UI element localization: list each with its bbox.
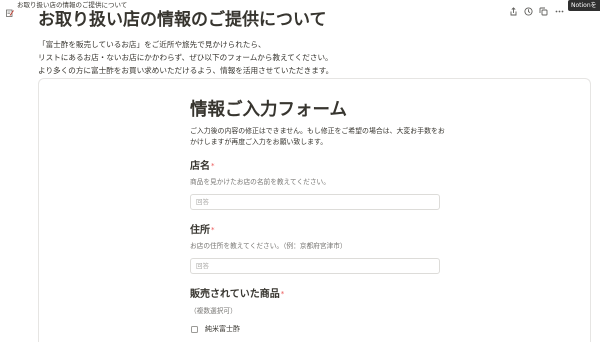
intro-line-1: 「富士酢を販売しているお店」をご近所や旅先で見かけられたら、	[38, 40, 266, 49]
form-title: 情報ご入力フォーム	[190, 100, 347, 120]
notion-button[interactable]: Notionを	[568, 0, 600, 11]
form-description-line-1: ご入力後の内容の修正はできません。もし修正をご希望の場合は、大変お手数をお	[190, 127, 445, 135]
form-description-line-2: かけしますが再度ご入力をお願い致します。	[190, 138, 328, 146]
field-help-address: お店の住所を教えてください。（例：京都府宮津市）	[190, 242, 347, 250]
history-icon[interactable]	[524, 1, 533, 16]
option-label-1[interactable]: 純米富士酢	[205, 325, 240, 334]
intro-line-3: より多くの方に富士酢をお買い求めいただけるよう、情報を活用させていただきます。	[38, 66, 334, 75]
field-help-products: （複数選択可）	[190, 307, 237, 315]
store-name-input[interactable]: 回答	[190, 194, 440, 210]
address-input[interactable]: 回答	[190, 258, 440, 274]
more-icon[interactable]	[555, 1, 564, 13]
page-title: お取り扱い店の情報のご提供について	[38, 10, 327, 30]
field-label-text: 店名	[190, 161, 210, 172]
field-label-address: 住所*	[190, 224, 215, 237]
required-mark: *	[211, 162, 215, 170]
note-pencil-icon	[6, 2, 14, 17]
field-label-text: 販売されていた商品	[190, 289, 280, 300]
input-placeholder: 回答	[196, 198, 209, 206]
field-help-store-name: 商品を見かけたお店の名前を教えてください。	[190, 178, 330, 186]
field-label-products: 販売されていた商品*	[190, 288, 284, 301]
field-label-text: 住所	[190, 225, 210, 236]
intro-line-2: リストにあるお店・ないお店にかかわらず、ぜひ以下のフォームから教えてください。	[38, 53, 333, 62]
input-placeholder: 回答	[196, 262, 209, 270]
field-label-store-name: 店名*	[190, 160, 215, 173]
copy-icon[interactable]	[539, 1, 548, 16]
required-mark: *	[280, 290, 285, 298]
checkbox-option-1[interactable]	[191, 326, 198, 333]
required-mark: *	[211, 226, 215, 234]
share-icon[interactable]	[509, 1, 518, 16]
